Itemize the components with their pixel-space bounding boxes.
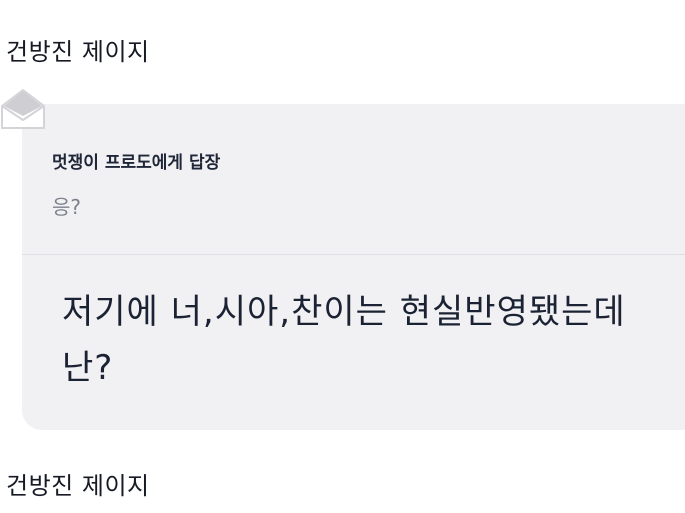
sender-name: 건방진 제이지 (6, 38, 150, 66)
message-text: 저기에 너,시아,찬이는 현실반영됐는데 난? (62, 284, 662, 396)
quote-divider (22, 254, 685, 255)
reply-message-bubble[interactable]: 멋쟁이 프로도에게 답장 응? 저기에 너,시아,찬이는 현실반영됐는데 난? (22, 104, 685, 430)
envelope-icon (1, 89, 45, 129)
quoted-message-text: 응? (52, 195, 82, 219)
reply-to-label: 멋쟁이 프로도에게 답장 (52, 153, 221, 173)
sender-name: 건방진 제이지 (6, 472, 150, 500)
quoted-message[interactable]: 멋쟁이 프로도에게 답장 응? (22, 104, 685, 254)
message-text-line: 저기에 너,시아,찬이는 현실반영됐는데 (62, 292, 626, 332)
message-text-line: 난? (62, 348, 114, 388)
